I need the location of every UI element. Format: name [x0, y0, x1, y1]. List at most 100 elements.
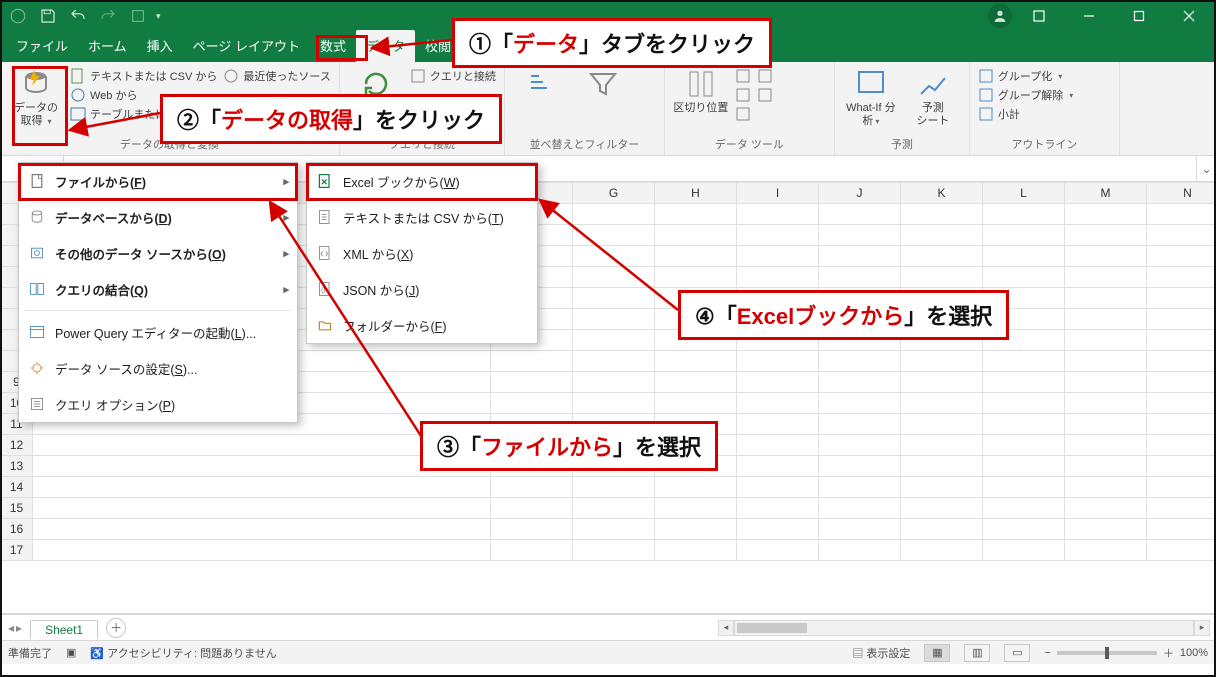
cell[interactable]	[1065, 372, 1147, 393]
col-header[interactable]: N	[1147, 183, 1216, 204]
cell[interactable]	[1147, 477, 1216, 498]
cell[interactable]	[1147, 246, 1216, 267]
cell[interactable]	[1065, 267, 1147, 288]
autosave-toggle[interactable]	[6, 4, 30, 28]
cell[interactable]	[1065, 540, 1147, 561]
cell[interactable]	[1065, 414, 1147, 435]
cell[interactable]	[901, 351, 983, 372]
cell[interactable]	[983, 519, 1065, 540]
col-header[interactable]: H	[655, 183, 737, 204]
hscroll-right[interactable]: ▸	[1194, 620, 1210, 636]
undo-icon[interactable]	[66, 4, 90, 28]
sheet-nav-next[interactable]: ▸	[16, 621, 22, 635]
submenu-item-csv[interactable]: テキストまたは CSV から(T)	[307, 199, 537, 235]
cell[interactable]	[573, 477, 655, 498]
macro-rec-icon[interactable]: ▣	[66, 646, 76, 659]
cell[interactable]	[901, 372, 983, 393]
cell[interactable]	[655, 204, 737, 225]
cell[interactable]	[1065, 246, 1147, 267]
cell[interactable]	[491, 372, 573, 393]
cell[interactable]	[491, 540, 573, 561]
tab-formulas[interactable]: 数式	[310, 30, 356, 62]
cell[interactable]	[737, 204, 819, 225]
menu-item-other[interactable]: その他のデータ ソースから(O)	[19, 235, 297, 271]
cell[interactable]	[737, 372, 819, 393]
cell[interactable]	[573, 309, 655, 330]
cell[interactable]	[33, 498, 491, 519]
cell[interactable]	[819, 372, 901, 393]
cell[interactable]	[737, 414, 819, 435]
cell[interactable]	[655, 498, 737, 519]
cell[interactable]	[655, 267, 737, 288]
cell[interactable]	[491, 498, 573, 519]
cell[interactable]	[573, 204, 655, 225]
cell[interactable]	[983, 267, 1065, 288]
tab-insert[interactable]: 挿入	[137, 30, 183, 62]
col-header[interactable]: I	[737, 183, 819, 204]
flash-fill[interactable]	[735, 68, 751, 84]
cell[interactable]	[901, 519, 983, 540]
view-normal[interactable]: ▦	[924, 644, 950, 662]
cell[interactable]	[491, 393, 573, 414]
cell[interactable]	[819, 498, 901, 519]
cell[interactable]	[573, 372, 655, 393]
cell[interactable]	[819, 393, 901, 414]
cell[interactable]	[1147, 372, 1216, 393]
menu-item-qopt[interactable]: クエリ オプション(P)	[19, 386, 297, 422]
remove-dup[interactable]	[735, 87, 751, 103]
cell[interactable]	[819, 246, 901, 267]
menu-item-file[interactable]: ファイルから(F)	[19, 163, 297, 199]
cell[interactable]	[1065, 477, 1147, 498]
accessibility-status[interactable]: ♿ アクセシビリティ: 問題ありません	[90, 645, 276, 661]
cell[interactable]	[655, 477, 737, 498]
cell[interactable]	[573, 330, 655, 351]
cell[interactable]	[1065, 519, 1147, 540]
menu-item-dsset[interactable]: データ ソースの設定(S)...	[19, 350, 297, 386]
cell[interactable]	[1065, 225, 1147, 246]
row-header[interactable]: 13	[1, 456, 33, 477]
cell[interactable]	[737, 540, 819, 561]
cell[interactable]	[737, 267, 819, 288]
cell[interactable]	[573, 351, 655, 372]
cell[interactable]	[1147, 435, 1216, 456]
zoom-in[interactable]: ＋	[1163, 645, 1174, 661]
submenu-item-xml[interactable]: XML から(X)	[307, 235, 537, 271]
cell[interactable]	[983, 351, 1065, 372]
forecast-sheet[interactable]: 予測シート	[905, 66, 961, 134]
data-model[interactable]	[735, 106, 751, 122]
cell[interactable]	[819, 414, 901, 435]
text-to-columns[interactable]: 区切り位置	[673, 66, 729, 134]
cell[interactable]	[819, 351, 901, 372]
col-header[interactable]: L	[983, 183, 1065, 204]
cell[interactable]	[737, 498, 819, 519]
cell[interactable]	[1147, 393, 1216, 414]
tab-layout[interactable]: ページ レイアウト	[183, 30, 310, 62]
cell[interactable]	[1065, 288, 1147, 309]
filter-button[interactable]	[575, 66, 631, 134]
cell[interactable]	[573, 267, 655, 288]
sheet-tab[interactable]: Sheet1	[30, 620, 98, 639]
cell[interactable]	[491, 351, 573, 372]
cell[interactable]	[737, 393, 819, 414]
cell[interactable]	[1147, 540, 1216, 561]
cell[interactable]	[1065, 393, 1147, 414]
cell[interactable]	[655, 351, 737, 372]
cell[interactable]	[1065, 351, 1147, 372]
cell[interactable]	[573, 498, 655, 519]
cell[interactable]	[655, 225, 737, 246]
cell[interactable]	[655, 393, 737, 414]
cell[interactable]	[819, 540, 901, 561]
cell[interactable]	[901, 477, 983, 498]
submenu-item-json[interactable]: {}JSON から(J)	[307, 271, 537, 307]
cell[interactable]	[655, 372, 737, 393]
cell[interactable]	[983, 456, 1065, 477]
cell[interactable]	[983, 225, 1065, 246]
cell[interactable]	[1065, 456, 1147, 477]
cell[interactable]	[573, 288, 655, 309]
cell[interactable]	[655, 246, 737, 267]
cell[interactable]	[901, 456, 983, 477]
cell[interactable]	[737, 246, 819, 267]
cell[interactable]	[983, 393, 1065, 414]
row-header[interactable]: 16	[1, 519, 33, 540]
consolidate[interactable]	[757, 68, 773, 84]
